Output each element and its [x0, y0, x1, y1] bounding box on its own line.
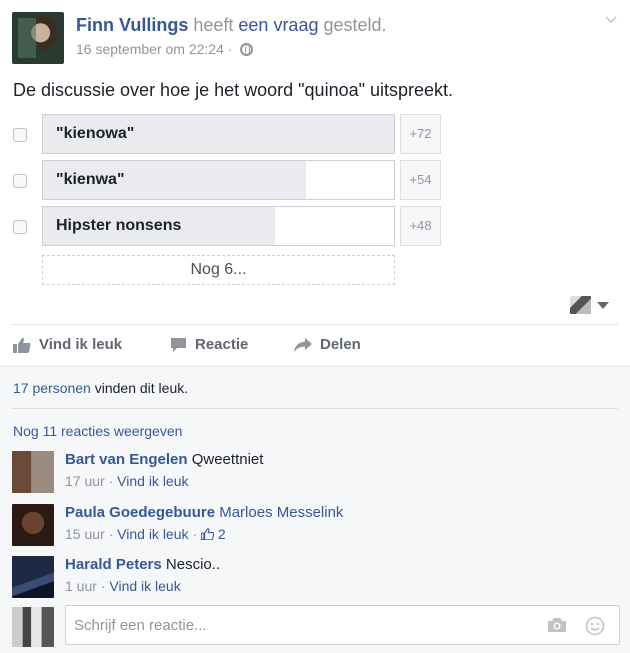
- poll-option-label: "kienwa": [56, 171, 125, 188]
- poll-option: Hipster nonsens +48: [0, 206, 630, 248]
- like-label: Vind ik leuk: [39, 336, 123, 353]
- poll-vote-count[interactable]: +72: [400, 114, 441, 154]
- comment: Harald Peters Nescio.. 1 uur · Vind ik l…: [0, 556, 630, 604]
- likes-text: vinden dit leuk.: [90, 380, 189, 396]
- comment-like-link[interactable]: Vind ik leuk: [109, 578, 180, 594]
- comment-tagged-user[interactable]: Marloes Messelink: [219, 504, 343, 521]
- poll-checkbox[interactable]: [13, 128, 27, 142]
- smiley-icon[interactable]: [585, 616, 605, 641]
- meta-separator: ·: [108, 526, 114, 542]
- likes-count-link[interactable]: 17 personen: [13, 380, 91, 396]
- verb-pre: heeft: [193, 15, 234, 35]
- avatar[interactable]: [12, 504, 54, 546]
- comment: Paula Goedegebuure Marloes Messelink 15 …: [0, 504, 630, 552]
- like-button[interactable]: Vind ik leuk: [13, 336, 122, 353]
- comment-button[interactable]: Reactie: [170, 336, 248, 353]
- camera-icon[interactable]: [547, 617, 567, 638]
- share-button[interactable]: Delen: [294, 336, 361, 353]
- post-meta: 16 september om 22:24 ·: [76, 41, 254, 57]
- poll-more-options-button[interactable]: Nog 6...: [42, 255, 395, 285]
- question-text: De discussie over hoe je het woord "quin…: [13, 80, 454, 100]
- view-more-comments-link[interactable]: Nog 11 reacties weergeven: [13, 423, 182, 439]
- action-bar: Vind ik leuk Reactie Delen: [0, 328, 630, 364]
- comment-composer: [0, 605, 630, 649]
- poll-option-bar[interactable]: Hipster nonsens: [42, 206, 395, 246]
- poll-checkbox[interactable]: [13, 174, 27, 188]
- audience-selector-icon[interactable]: [570, 296, 612, 314]
- meta-separator: ·: [100, 578, 106, 594]
- question-link[interactable]: een vraag: [238, 15, 318, 35]
- comment: Bart van Engelen Qweettniet 17 uur · Vin…: [0, 451, 630, 499]
- comment-time[interactable]: 1 uur: [65, 578, 97, 594]
- comment-meta: 15 uur · Vind ik leuk · 2: [65, 526, 226, 542]
- comment-like-count[interactable]: 2: [218, 526, 226, 542]
- meta-separator: ·: [227, 41, 233, 57]
- post-timestamp[interactable]: 16 september om 22:24: [76, 41, 224, 57]
- thumbs-up-icon: [200, 528, 215, 541]
- globe-icon: [240, 43, 254, 56]
- post-card: Finn Vullings heeft een vraag gesteld. 1…: [0, 0, 630, 653]
- caret-down-icon: [597, 302, 609, 309]
- comment-time[interactable]: 17 uur: [65, 473, 105, 489]
- avatar[interactable]: [12, 556, 54, 598]
- poll-vote-count[interactable]: +48: [400, 206, 441, 246]
- comment-input[interactable]: [66, 606, 526, 644]
- comment-author[interactable]: Harald Peters: [65, 556, 162, 573]
- poll-checkbox[interactable]: [13, 220, 27, 234]
- post-header: Finn Vullings heeft een vraag gesteld.: [76, 15, 387, 36]
- comment-author[interactable]: Bart van Engelen: [65, 451, 188, 468]
- comment-text: Nescio..: [165, 556, 221, 573]
- comment-meta: 1 uur · Vind ik leuk: [65, 578, 181, 594]
- poll-option-label: "kienowa": [56, 125, 135, 142]
- divider: [12, 324, 618, 325]
- share-arrow-icon: [294, 337, 312, 352]
- divider: [12, 408, 618, 409]
- thumbs-up-icon: [13, 337, 31, 353]
- author-avatar[interactable]: [12, 12, 64, 64]
- comment-body: Paula Goedegebuure Marloes Messelink: [65, 504, 343, 521]
- poll-option: "kienwa" +54: [0, 160, 630, 202]
- comment-like-link[interactable]: Vind ik leuk: [117, 473, 188, 489]
- chevron-down-icon[interactable]: [604, 12, 618, 26]
- comment-author[interactable]: Paula Goedegebuure: [65, 504, 215, 521]
- comment-meta: 17 uur · Vind ik leuk: [65, 473, 189, 489]
- feedback-section: 17 personen vinden dit leuk. Nog 11 reac…: [0, 366, 630, 653]
- meta-separator: ·: [108, 473, 114, 489]
- comment-label: Reactie: [195, 336, 249, 353]
- avatar[interactable]: [12, 451, 54, 493]
- poll-option-bar[interactable]: "kienwa": [42, 160, 395, 200]
- comment-time[interactable]: 15 uur: [65, 526, 105, 542]
- poll-option-label: Hipster nonsens: [56, 217, 182, 234]
- meta-separator: ·: [192, 526, 198, 542]
- share-label: Delen: [320, 336, 361, 353]
- comment-text: Qweettniet: [191, 451, 264, 468]
- avatar: [12, 607, 54, 647]
- comment-like-link[interactable]: Vind ik leuk: [117, 526, 188, 542]
- comment-body: Bart van Engelen Qweettniet: [65, 451, 263, 468]
- verb-post: gesteld.: [323, 15, 387, 35]
- comment-input-box: [65, 605, 620, 645]
- likes-summary: 17 personen vinden dit leuk.: [13, 380, 188, 396]
- audience-avatar: [570, 296, 591, 314]
- author-name[interactable]: Finn Vullings: [76, 15, 188, 35]
- speech-bubble-icon: [171, 337, 186, 352]
- comment-body: Harald Peters Nescio..: [65, 556, 220, 573]
- poll-option-bar[interactable]: "kienowa": [42, 114, 395, 154]
- poll-vote-count[interactable]: +54: [400, 160, 441, 200]
- poll-option: "kienowa" +72: [0, 114, 630, 156]
